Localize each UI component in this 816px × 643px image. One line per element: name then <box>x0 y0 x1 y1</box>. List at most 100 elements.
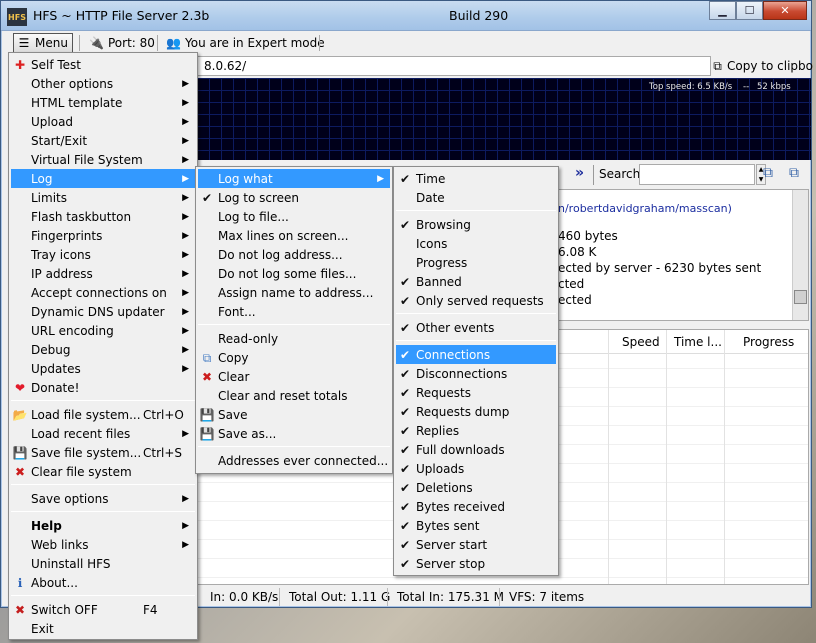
log-menu-item-log-what[interactable]: Log what ▶ <box>198 169 390 188</box>
log-what-item-disconnections[interactable]: ✔ Disconnections <box>396 364 556 383</box>
main-menu-item-self-test[interactable]: ✚ Self Test <box>11 55 195 74</box>
copy-icon: ⧉ <box>202 351 212 365</box>
column-speed[interactable]: Speed <box>622 335 660 349</box>
log-what-item-label: Bytes received <box>416 499 505 514</box>
log-what-item-bytes-received[interactable]: ✔ Bytes received <box>396 497 556 516</box>
main-menu-item-donate[interactable]: ❤ Donate! <box>11 378 195 397</box>
menu-button[interactable]: ☰ Menu <box>13 33 73 53</box>
main-menu-item-load-recent-files[interactable]: Load recent files ▶ <box>11 424 195 443</box>
log-menu-item-do-not-log-address[interactable]: Do not log address... <box>198 245 390 264</box>
red-x-icon: ✖ <box>201 370 213 384</box>
main-menu-item-dynamic-dns-updater[interactable]: Dynamic DNS updater ▶ <box>11 302 195 321</box>
maximize-button[interactable]: ☐ <box>736 1 763 20</box>
main-menu-item-updates[interactable]: Updates ▶ <box>11 359 195 378</box>
main-menu-item-label: Self Test <box>31 57 82 72</box>
log-what-item-server-stop[interactable]: ✔ Server stop <box>396 554 556 573</box>
main-menu-item-limits[interactable]: Limits ▶ <box>11 188 195 207</box>
log-what-item-full-downloads[interactable]: ✔ Full downloads <box>396 440 556 459</box>
log-what-item-date[interactable]: Date <box>396 188 556 207</box>
submenu-arrow-icon: ▶ <box>377 173 384 184</box>
main-menu-item-debug[interactable]: Debug ▶ <box>11 340 195 359</box>
main-menu-item-about[interactable]: ℹ About... <box>11 573 195 592</box>
log-menu-item-do-not-log-some-files[interactable]: Do not log some files... <box>198 264 390 283</box>
log-what-item-other-events[interactable]: ✔ Other events <box>396 318 556 337</box>
log-menu-item-max-lines-on-screen[interactable]: Max lines on screen... <box>198 226 390 245</box>
save-log-icon[interactable]: ⧉ <box>789 165 799 181</box>
log-scrollbar[interactable] <box>792 190 808 320</box>
log-menu-item-label: Assign name to address... <box>218 285 374 300</box>
main-menu-item-accept-connections-on[interactable]: Accept connections on ▶ <box>11 283 195 302</box>
main-menu-item-fingerprints[interactable]: Fingerprints ▶ <box>11 226 195 245</box>
checkmark-icon: ✔ <box>399 538 411 552</box>
log-what-item-time[interactable]: ✔ Time <box>396 169 556 188</box>
main-menu-item-flash-taskbutton[interactable]: Flash taskbutton ▶ <box>11 207 195 226</box>
status-divider <box>279 588 280 606</box>
main-menu-item-save-file-system[interactable]: 💾 Save file system... Ctrl+S <box>11 443 195 462</box>
main-menu-item-url-encoding[interactable]: URL encoding ▶ <box>11 321 195 340</box>
log-menu-item-addresses-ever-connected[interactable]: Addresses ever connected... <box>198 451 390 470</box>
copy-icon[interactable]: ⧉ <box>763 165 773 181</box>
minimize-button[interactable]: ▁ <box>709 1 736 20</box>
main-menu-item-help[interactable]: Help ▶ <box>11 516 195 535</box>
log-menu-item-assign-name-to-address[interactable]: Assign name to address... <box>198 283 390 302</box>
main-menu-item-other-options[interactable]: Other options ▶ <box>11 74 195 93</box>
submenu-arrow-icon: ▶ <box>182 116 189 127</box>
submenu-arrow-icon: ▶ <box>182 539 189 550</box>
log-what-item-progress[interactable]: Progress <box>396 253 556 272</box>
log-scroll-thumb[interactable] <box>794 290 807 304</box>
main-menu-item-clear-file-system[interactable]: ✖ Clear file system <box>11 462 195 481</box>
main-menu-item-exit[interactable]: Exit <box>11 619 195 638</box>
log-what-item-browsing[interactable]: ✔ Browsing <box>396 215 556 234</box>
copy-to-clipboard-label: Copy to clipbo <box>727 59 813 73</box>
main-menu-item-ip-address[interactable]: IP address ▶ <box>11 264 195 283</box>
main-menu-item-switch-off[interactable]: ✖ Switch OFF F4 <box>11 600 195 619</box>
expand-arrows-icon[interactable]: » <box>575 165 584 181</box>
main-menu-item-uninstall-hfs[interactable]: Uninstall HFS <box>11 554 195 573</box>
log-menu-item-read-only[interactable]: Read-only <box>198 329 390 348</box>
main-menu-item-virtual-file-system[interactable]: Virtual File System ▶ <box>11 150 195 169</box>
log-what-item-only-served-requests[interactable]: ✔ Only served requests <box>396 291 556 310</box>
column-time-left[interactable]: Time l... <box>674 335 722 349</box>
log-what-item-label: Icons <box>416 236 448 251</box>
log-what-item-icons[interactable]: Icons <box>396 234 556 253</box>
log-menu-item-clear[interactable]: ✖ Clear <box>198 367 390 386</box>
main-menu-item-web-links[interactable]: Web links ▶ <box>11 535 195 554</box>
submenu-arrow-icon: ▶ <box>182 344 189 355</box>
log-menu-item-log-to-screen[interactable]: ✔ Log to screen <box>198 188 390 207</box>
close-button[interactable]: ✕ <box>763 1 807 20</box>
log-what-item-bytes-sent[interactable]: ✔ Bytes sent <box>396 516 556 535</box>
copy-to-clipboard-button[interactable]: ⧉ Copy to clipbo <box>713 56 813 76</box>
log-what-item-deletions[interactable]: ✔ Deletions <box>396 478 556 497</box>
url-field[interactable]: 8.0.62/ <box>197 56 711 76</box>
main-menu-item-tray-icons[interactable]: Tray icons ▶ <box>11 245 195 264</box>
mode-button[interactable]: 👥 You are in Expert mode <box>162 33 329 53</box>
submenu-arrow-icon: ▶ <box>182 230 189 241</box>
status-vfs[interactable]: VFS: 7 items <box>509 590 584 604</box>
main-menu-item-start-exit[interactable]: Start/Exit ▶ <box>11 131 195 150</box>
log-menu-item-save[interactable]: 💾 Save <box>198 405 390 424</box>
main-menu-item-html-template[interactable]: HTML template ▶ <box>11 93 195 112</box>
log-what-item-requests[interactable]: ✔ Requests <box>396 383 556 402</box>
port-button[interactable]: 🔌 Port: 80 <box>85 33 159 53</box>
main-menu-item-log[interactable]: Log ▶ <box>11 169 195 188</box>
main-menu-separator <box>11 595 195 596</box>
search-input[interactable] <box>639 164 755 185</box>
log-what-item-banned[interactable]: ✔ Banned <box>396 272 556 291</box>
main-menu-item-load-file-system[interactable]: 📂 Load file system... Ctrl+O <box>11 405 195 424</box>
log-menu-item-font[interactable]: Font... <box>198 302 390 321</box>
main-menu-item-upload[interactable]: Upload ▶ <box>11 112 195 131</box>
log-menu-item-save-as[interactable]: 💾 Save as... <box>198 424 390 443</box>
log-menu-item-copy[interactable]: ⧉ Copy <box>198 348 390 367</box>
main-menu-item-label: Save options <box>31 491 109 506</box>
log-what-item-replies[interactable]: ✔ Replies <box>396 421 556 440</box>
log-menu-item-log-to-file[interactable]: Log to file... <box>198 207 390 226</box>
log-what-item-requests-dump[interactable]: ✔ Requests dump <box>396 402 556 421</box>
log-menu-item-clear-and-reset-totals[interactable]: Clear and reset totals <box>198 386 390 405</box>
log-what-item-server-start[interactable]: ✔ Server start <box>396 535 556 554</box>
log-what-item-uploads[interactable]: ✔ Uploads <box>396 459 556 478</box>
log-what-item-connections[interactable]: ✔ Connections <box>396 345 556 364</box>
title-bar[interactable]: HFS HFS ~ HTTP File Server 2.3b Build 29… <box>1 1 811 31</box>
column-progress[interactable]: Progress <box>743 335 794 349</box>
toolbar-divider <box>157 35 158 51</box>
main-menu-item-save-options[interactable]: Save options ▶ <box>11 489 195 508</box>
